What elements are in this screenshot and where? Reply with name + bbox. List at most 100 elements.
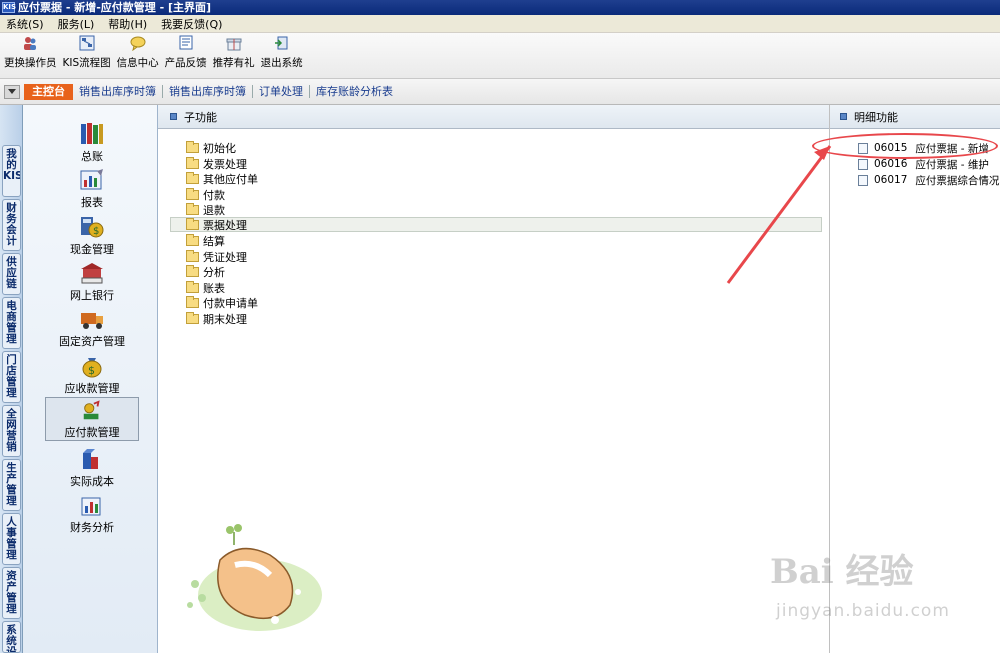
module-label: 固定资产管理 — [59, 335, 125, 348]
side-tab-marketing[interactable]: 全网营销 — [2, 405, 21, 457]
switch-operator-button[interactable]: 更换操作员 — [4, 35, 57, 70]
folder-icon — [186, 202, 199, 215]
side-tab-my-kis[interactable]: 我的KIS — [2, 145, 21, 197]
folder-label: 账表 — [203, 281, 225, 295]
payable-icon — [83, 400, 100, 420]
app-icon: KIS — [2, 2, 17, 13]
folder-item[interactable]: 账表 — [186, 280, 225, 295]
folder-label: 凭证处理 — [203, 250, 247, 264]
side-tab-store[interactable]: 门店管理 — [2, 351, 21, 403]
module-online-banking[interactable]: 网上银行 — [45, 259, 139, 303]
side-tab-supply-chain[interactable]: 供应链 — [2, 253, 21, 295]
folder-label: 初始化 — [203, 141, 236, 155]
side-tab-ecommerce[interactable]: 电商管理 — [2, 297, 21, 349]
folder-item[interactable]: 付款申请单 — [186, 295, 258, 310]
folder-item[interactable]: 期末处理 — [186, 311, 247, 326]
module-actual-cost[interactable]: 实际成本 — [45, 445, 139, 489]
truck-icon — [81, 313, 103, 329]
tab-order-processing[interactable]: 订单处理 — [259, 85, 310, 98]
gift-icon — [226, 35, 242, 51]
folder-item[interactable]: 分析 — [186, 264, 225, 279]
folder-item[interactable]: 其他应付单 — [186, 171, 258, 186]
folder-icon — [186, 295, 199, 308]
user-switch-icon — [22, 35, 38, 51]
detail-item-payable-note-summary[interactable]: 06017 应付票据综合情况表 — [858, 173, 1000, 187]
detail-item-maintain-payable-note[interactable]: 06016 应付票据 - 维护 — [858, 157, 989, 171]
folder-icon — [186, 171, 199, 184]
folder-item-selected[interactable]: 票据处理 — [170, 217, 822, 232]
folder-label: 付款申请单 — [203, 296, 258, 310]
moneybag-icon: $ — [82, 358, 102, 378]
flowchart-button[interactable]: KIS流程图 — [63, 35, 111, 70]
folder-item[interactable]: 初始化 — [186, 140, 236, 155]
flowchart-icon — [79, 35, 95, 51]
module-fixed-assets[interactable]: 固定资产管理 — [45, 305, 139, 349]
folder-label: 结算 — [203, 234, 225, 248]
tab-dropdown-button[interactable] — [4, 84, 20, 99]
tab-sales-outbound-2[interactable]: 销售出库序时簿 — [169, 85, 253, 98]
module-label: 应付款管理 — [64, 426, 120, 439]
folder-item[interactable]: 结算 — [186, 233, 225, 248]
feedback-icon — [178, 35, 194, 51]
referral-gift-button[interactable]: 推荐有礼 — [213, 35, 255, 70]
folder-label: 退款 — [203, 203, 225, 217]
folder-icon — [186, 280, 199, 293]
panel-marker-icon — [840, 113, 847, 120]
folder-item[interactable]: 凭证处理 — [186, 249, 247, 264]
toolbar-label: 更换操作员 — [4, 57, 57, 69]
folder-item[interactable]: 发票处理 — [186, 156, 247, 171]
product-feedback-button[interactable]: 产品反馈 — [165, 35, 207, 70]
sub-function-title: 子功能 — [184, 110, 217, 124]
module-cash-management[interactable]: $ 现金管理 — [45, 213, 139, 257]
info-center-button[interactable]: 信息中心 — [117, 35, 159, 70]
folder-icon — [186, 156, 199, 169]
module-reports[interactable]: 报表 — [45, 166, 139, 210]
module-label: 报表 — [81, 196, 103, 209]
module-receivables[interactable]: $ 应收款管理 — [45, 352, 139, 396]
folder-icon — [186, 233, 199, 246]
toolbar-label: 信息中心 — [116, 57, 159, 69]
folder-label: 票据处理 — [203, 218, 247, 232]
side-tab-hr[interactable]: 人事管理 — [2, 513, 21, 565]
side-tab-production[interactable]: 生产管理 — [2, 459, 21, 511]
side-tab-assets[interactable]: 资产管理 — [2, 567, 21, 619]
tab-inventory-aging[interactable]: 库存账龄分析表 — [316, 85, 399, 98]
module-general-ledger[interactable]: 总账 — [45, 120, 139, 164]
menu-system[interactable]: 系统(S) — [6, 16, 44, 32]
toolbar-label: KIS流程图 — [62, 57, 111, 69]
menu-service[interactable]: 服务(L) — [58, 16, 95, 32]
menu-feedback[interactable]: 我要反馈(Q) — [161, 16, 222, 32]
folder-icon — [186, 140, 199, 153]
tab-sales-outbound-1[interactable]: 销售出库序时簿 — [79, 85, 163, 98]
chat-icon — [130, 35, 146, 51]
toolbar: 更换操作员 KIS流程图 信息中心 产品反馈 推荐有礼 退出系统 — [0, 33, 1000, 79]
detail-label: 应付票据 - 维护 — [915, 158, 989, 171]
folder-item[interactable]: 退款 — [186, 202, 225, 217]
folder-item[interactable]: 付款 — [186, 187, 225, 202]
module-payables[interactable]: 应付款管理 — [45, 397, 139, 441]
exit-system-button[interactable]: 退出系统 — [261, 35, 303, 70]
highlight-ellipse-annotation — [812, 133, 998, 159]
detail-code: 06016 — [874, 158, 908, 170]
folder-icon — [186, 187, 199, 200]
detail-label: 应付票据综合情况表 — [915, 174, 1000, 187]
folder-label: 付款 — [203, 188, 225, 202]
side-tab-bar: 我的KIS 财务会计 供应链 电商管理 门店管理 全网营销 生产管理 人事管理 … — [0, 105, 23, 653]
tab-main-console[interactable]: 主控台 — [24, 83, 73, 100]
side-tab-finance[interactable]: 财务会计 — [2, 199, 21, 251]
module-label: 现金管理 — [70, 243, 114, 256]
module-label: 实际成本 — [70, 475, 114, 488]
detail-function-title: 明细功能 — [854, 110, 898, 124]
folder-label: 发票处理 — [203, 157, 247, 171]
window-title: 应付票据 - 新增-应付款管理 - [主界面] — [18, 1, 212, 14]
folder-label: 期末处理 — [203, 312, 247, 326]
baidu-watermark: Bai 经验 — [770, 552, 914, 592]
analysis-icon — [81, 497, 101, 516]
folder-icon — [186, 217, 199, 230]
menu-help[interactable]: 帮助(H) — [108, 16, 147, 32]
cost-icon — [83, 449, 98, 469]
detail-code: 06017 — [874, 174, 908, 186]
side-tab-settings[interactable]: 系统设置 — [2, 621, 21, 653]
module-financial-analysis[interactable]: 财务分析 — [45, 491, 139, 535]
module-panel: 总账 报表 $ 现金管理 网上银行 固定资产管理 $ 应收款管理 应付款管理 实… — [23, 105, 158, 653]
